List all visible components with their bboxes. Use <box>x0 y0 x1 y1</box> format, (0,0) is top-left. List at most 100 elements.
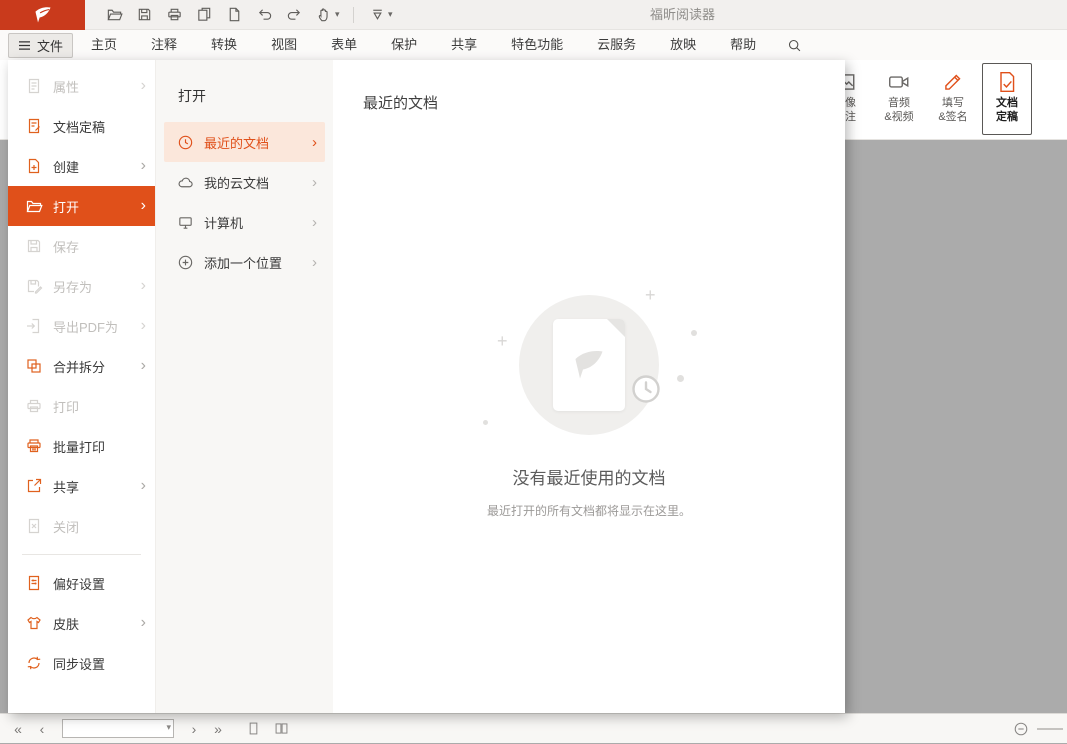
foxit-kite-icon <box>33 5 53 25</box>
file-menu-item-open[interactable]: 打开 › <box>8 186 155 226</box>
ribbon-item-label-line2: 定稿 <box>996 111 1018 125</box>
facing-page-view-icon[interactable] <box>270 718 292 740</box>
new-document-icon[interactable] <box>219 2 249 28</box>
ribbon-item-audio-video[interactable]: 音频 &视频 <box>874 63 924 135</box>
titlebar: ▾ ▾ 福昕阅读器 <box>0 0 1067 30</box>
file-menu-item-batch-print[interactable]: 批量打印 <box>8 426 155 466</box>
empty-state-subtitle: 最近打开的所有文档都将显示在这里。 <box>333 502 845 519</box>
open-folder-icon[interactable] <box>99 2 129 28</box>
skin-icon <box>25 614 43 632</box>
tab-protect[interactable]: 保护 <box>391 30 417 60</box>
chevron-right-icon: › <box>141 318 146 334</box>
file-menu-item-save[interactable]: 保存 <box>8 226 155 266</box>
chevron-right-icon: › <box>312 215 317 230</box>
file-menu-item-sync-settings[interactable]: 同步设置 <box>8 643 155 683</box>
ribbon-item-label-line1: 音频 <box>888 97 910 111</box>
file-menu-item-save-as[interactable]: 另存为 › <box>8 266 155 306</box>
computer-icon <box>177 214 194 231</box>
next-page-button[interactable]: › <box>184 718 204 740</box>
tab-convert[interactable]: 转换 <box>211 30 237 60</box>
fill-sign-icon <box>941 70 965 94</box>
last-page-button[interactable]: » <box>208 718 228 740</box>
select-tool-dropdown-caret[interactable]: ▾ <box>388 9 398 20</box>
hand-tool-dropdown-caret[interactable]: ▾ <box>335 9 345 20</box>
menubar: 文件 主页 注释 转换 视图 表单 保护 共享 特色功能 云服务 放映 帮助 <box>0 30 1067 60</box>
redo-icon[interactable] <box>279 2 309 28</box>
zoom-out-icon[interactable] <box>1013 721 1029 737</box>
tab-special-features[interactable]: 特色功能 <box>511 30 563 60</box>
zoom-slider[interactable] <box>1037 728 1063 730</box>
file-menu-item-export-pdf[interactable]: 导出PDF为 › <box>8 306 155 346</box>
page-navigation: « ‹ ▾ › » <box>8 718 228 740</box>
chevron-right-icon: › <box>141 278 146 294</box>
file-menu-button[interactable]: 文件 <box>8 33 73 58</box>
audio-video-icon <box>887 70 911 94</box>
open-icon <box>25 197 43 215</box>
doc-finalize-icon <box>995 70 1019 94</box>
foxit-logo[interactable] <box>0 0 85 30</box>
file-menu-item-preferences[interactable]: 偏好设置 <box>8 563 155 603</box>
tab-view[interactable]: 视图 <box>271 30 297 60</box>
recent-clock-badge-icon <box>630 373 662 405</box>
open-item-computer[interactable]: 计算机 › <box>164 202 325 242</box>
hamburger-icon <box>18 40 31 51</box>
create-icon <box>25 157 43 175</box>
toolbar-divider <box>353 7 354 23</box>
file-menu-item-properties[interactable]: 属性 › <box>8 66 155 106</box>
ribbon-item-doc-finalize[interactable]: 文档 定稿 <box>982 63 1032 135</box>
file-menu-item-skin[interactable]: 皮肤 › <box>8 603 155 643</box>
chevron-right-icon: › <box>141 78 146 94</box>
tab-help[interactable]: 帮助 <box>730 30 756 60</box>
file-button-label: 文件 <box>37 36 63 55</box>
chevron-right-icon: › <box>312 255 317 270</box>
menu-item-label: 导出PDF为 <box>53 317 118 336</box>
file-menu-item-merge-split[interactable]: 合并拆分 › <box>8 346 155 386</box>
recent-view-title: 最近的文档 <box>363 92 438 113</box>
tab-comment[interactable]: 注释 <box>151 30 177 60</box>
share-icon <box>25 477 43 495</box>
empty-state-title: 没有最近使用的文档 <box>333 464 845 489</box>
tab-home[interactable]: 主页 <box>91 30 117 60</box>
menu-item-label: 偏好设置 <box>53 574 105 593</box>
file-menu-item-close[interactable]: 关闭 <box>8 506 155 546</box>
menu-item-label: 属性 <box>53 77 79 96</box>
menu-item-label: 关闭 <box>53 517 79 536</box>
tab-presentation[interactable]: 放映 <box>670 30 696 60</box>
save-icon[interactable] <box>129 2 159 28</box>
chevron-right-icon: › <box>312 135 317 150</box>
open-item-label: 计算机 <box>204 213 243 232</box>
single-page-view-icon[interactable] <box>242 718 264 740</box>
close-doc-icon <box>25 517 43 535</box>
file-menu-item-share[interactable]: 共享 › <box>8 466 155 506</box>
save-icon <box>25 237 43 255</box>
tab-cloud-service[interactable]: 云服务 <box>597 30 636 60</box>
file-menu-item-finalize[interactable]: 文档定稿 <box>8 106 155 146</box>
open-item-recent-documents[interactable]: 最近的文档 › <box>164 122 325 162</box>
ribbon-item-label-line2: &签名 <box>938 111 967 125</box>
foxit-kite-watermark-icon <box>571 347 607 383</box>
previous-page-button[interactable]: ‹ <box>32 718 52 740</box>
file-menu-item-create[interactable]: 创建 › <box>8 146 155 186</box>
properties-icon <box>25 77 43 95</box>
first-page-button[interactable]: « <box>8 718 28 740</box>
tab-share[interactable]: 共享 <box>451 30 477 60</box>
decoration-plus: + <box>497 332 508 350</box>
undo-icon[interactable] <box>249 2 279 28</box>
open-item-add-a-place[interactable]: 添加一个位置 › <box>164 242 325 282</box>
open-item-label: 添加一个位置 <box>204 253 282 272</box>
open-panel-title: 打开 <box>178 86 333 106</box>
open-item-my-cloud-documents[interactable]: 我的云文档 › <box>164 162 325 202</box>
file-menu-item-print[interactable]: 打印 <box>8 386 155 426</box>
search-icon[interactable] <box>782 33 806 57</box>
page-number-input[interactable] <box>62 719 174 738</box>
tab-form[interactable]: 表单 <box>331 30 357 60</box>
ribbon-item-fill-sign[interactable]: 填写 &签名 <box>928 63 978 135</box>
menu-item-label: 另存为 <box>53 277 92 296</box>
print-icon[interactable] <box>159 2 189 28</box>
clock-icon <box>177 134 194 151</box>
combo-caret-icon[interactable]: ▾ <box>166 722 171 733</box>
copy-icon[interactable] <box>189 2 219 28</box>
print-icon <box>25 397 43 415</box>
zoom-controls <box>1013 714 1063 744</box>
cloud-icon <box>177 174 194 191</box>
